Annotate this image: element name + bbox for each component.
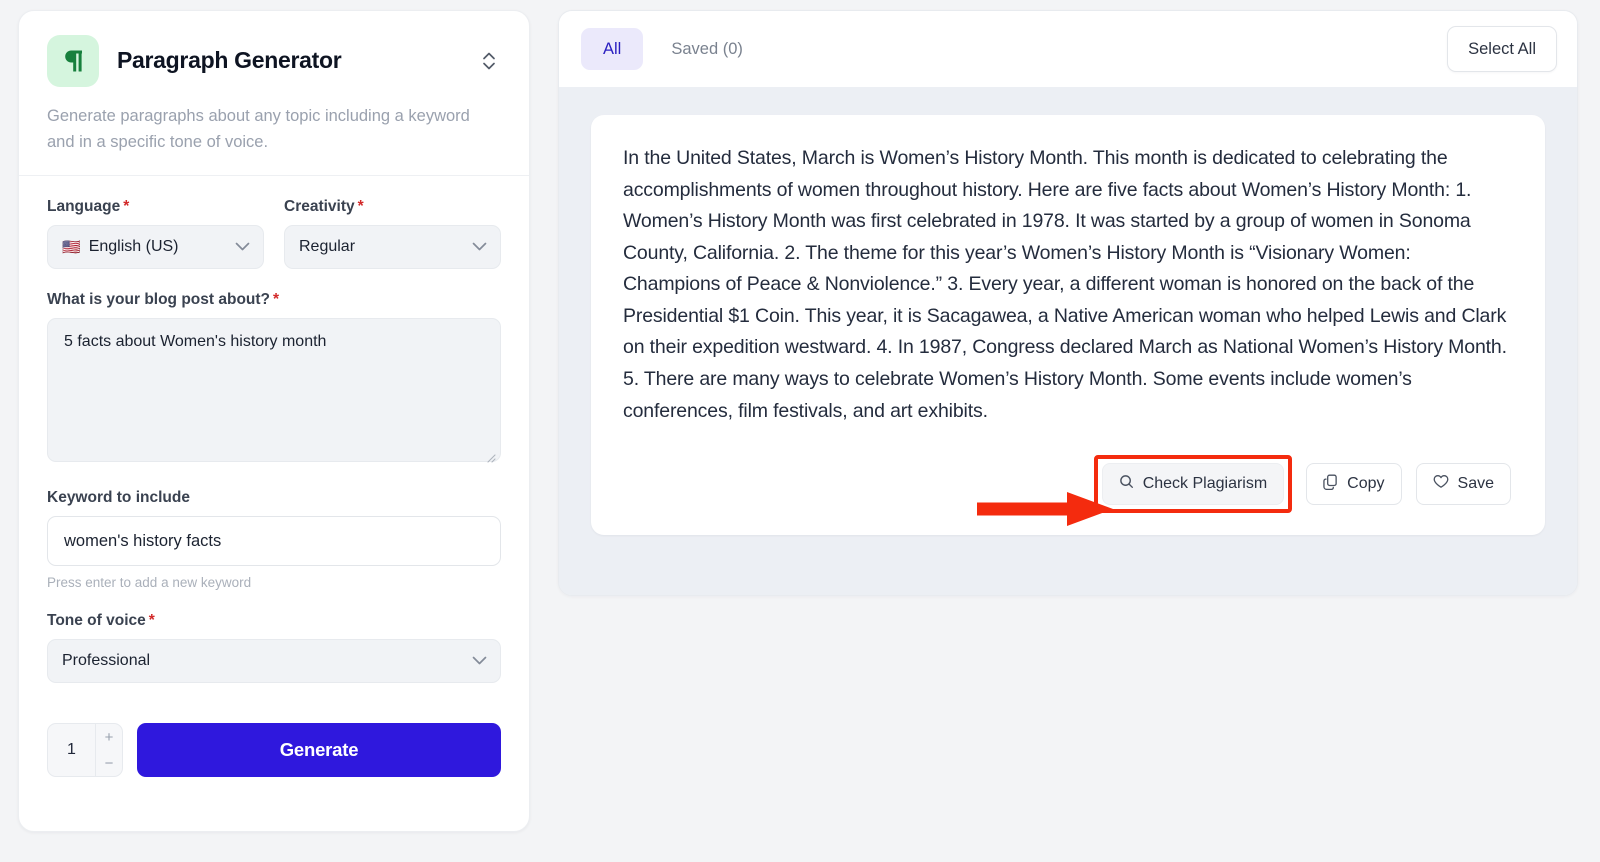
creativity-value: Regular bbox=[299, 238, 356, 256]
quantity-decrement-button[interactable]: − bbox=[96, 750, 122, 776]
keyword-field: Keyword to include Press enter to add a … bbox=[47, 489, 501, 590]
generated-paragraph: In the United States, March is Women’s H… bbox=[623, 147, 1507, 422]
us-flag-icon: 🇺🇸 bbox=[62, 238, 81, 256]
tool-form-card: Paragraph Generator Generate paragraphs … bbox=[18, 10, 530, 832]
tab-all[interactable]: All bbox=[581, 28, 644, 70]
tone-label: Tone of voice * bbox=[47, 612, 155, 630]
keyword-input[interactable] bbox=[47, 516, 501, 567]
annotation-highlight-box: Check Plagiarism bbox=[1093, 455, 1293, 514]
search-icon bbox=[1119, 474, 1134, 494]
language-select[interactable]: 🇺🇸 English (US) bbox=[47, 225, 264, 270]
creativity-select[interactable]: Regular bbox=[284, 225, 501, 270]
prompt-field: What is your blog post about? * bbox=[47, 291, 501, 467]
chevron-down-icon bbox=[472, 238, 487, 256]
creativity-label: Creativity * bbox=[284, 198, 364, 216]
page-title: Paragraph Generator bbox=[117, 47, 342, 74]
generate-row: 1 + − Generate bbox=[47, 723, 501, 778]
heart-icon bbox=[1433, 474, 1449, 494]
tool-title-row: Paragraph Generator bbox=[47, 35, 501, 87]
copy-label: Copy bbox=[1347, 475, 1385, 493]
save-label: Save bbox=[1457, 475, 1494, 493]
prompt-textarea[interactable] bbox=[47, 318, 501, 463]
results-body: In the United States, March is Women’s H… bbox=[559, 87, 1577, 595]
language-creativity-row: Language* 🇺🇸 English (US) Creativity* bbox=[47, 198, 501, 270]
quantity-increment-button[interactable]: + bbox=[96, 724, 122, 750]
required-marker: * bbox=[273, 291, 280, 309]
tool-form: Language* 🇺🇸 English (US) Creativity* bbox=[19, 176, 529, 803]
chevron-up-down-icon[interactable] bbox=[477, 47, 501, 75]
tool-header: Paragraph Generator Generate paragraphs … bbox=[19, 11, 529, 177]
check-plagiarism-label: Check Plagiarism bbox=[1142, 475, 1268, 493]
results-panel: All Saved (0) Select All In the United S… bbox=[558, 10, 1578, 596]
tone-select[interactable]: Professional bbox=[47, 639, 501, 684]
results-tabs: All Saved (0) bbox=[581, 28, 1447, 70]
language-field: Language * 🇺🇸 English (US) bbox=[47, 198, 264, 270]
select-all-button[interactable]: Select All bbox=[1447, 26, 1557, 72]
quantity-stepper[interactable]: 1 + − bbox=[47, 723, 123, 778]
creativity-field: Creativity * Regular bbox=[284, 198, 501, 270]
tool-description: Generate paragraphs about any topic incl… bbox=[47, 107, 470, 151]
check-plagiarism-button[interactable]: Check Plagiarism bbox=[1101, 463, 1285, 506]
chevron-down-icon bbox=[235, 238, 250, 256]
paragraph-icon bbox=[47, 35, 99, 87]
chevron-down-icon bbox=[472, 652, 487, 670]
keyword-label: Keyword to include bbox=[47, 489, 190, 507]
copy-button[interactable]: Copy bbox=[1306, 463, 1402, 506]
keyword-hint: Press enter to add a new keyword bbox=[47, 575, 252, 591]
tone-value: Professional bbox=[62, 652, 151, 670]
copy-icon bbox=[1323, 474, 1338, 495]
result-card: In the United States, March is Women’s H… bbox=[591, 115, 1545, 536]
tab-saved[interactable]: Saved (0) bbox=[649, 28, 765, 70]
app-root: Paragraph Generator Generate paragraphs … bbox=[0, 0, 1600, 862]
save-button[interactable]: Save bbox=[1415, 463, 1511, 506]
language-value: English (US) bbox=[88, 238, 179, 256]
generate-button[interactable]: Generate bbox=[137, 723, 501, 778]
tone-field: Tone of voice * Professional bbox=[47, 612, 501, 684]
required-marker: * bbox=[148, 612, 155, 630]
required-marker: * bbox=[123, 198, 130, 216]
language-label: Language * bbox=[47, 198, 130, 216]
quantity-value: 1 bbox=[67, 741, 76, 759]
prompt-label: What is your blog post about? * bbox=[47, 291, 280, 309]
results-header: All Saved (0) Select All bbox=[559, 11, 1577, 87]
result-actions: Check Plagiarism Copy Save bbox=[623, 455, 1513, 514]
required-marker: * bbox=[357, 198, 364, 216]
